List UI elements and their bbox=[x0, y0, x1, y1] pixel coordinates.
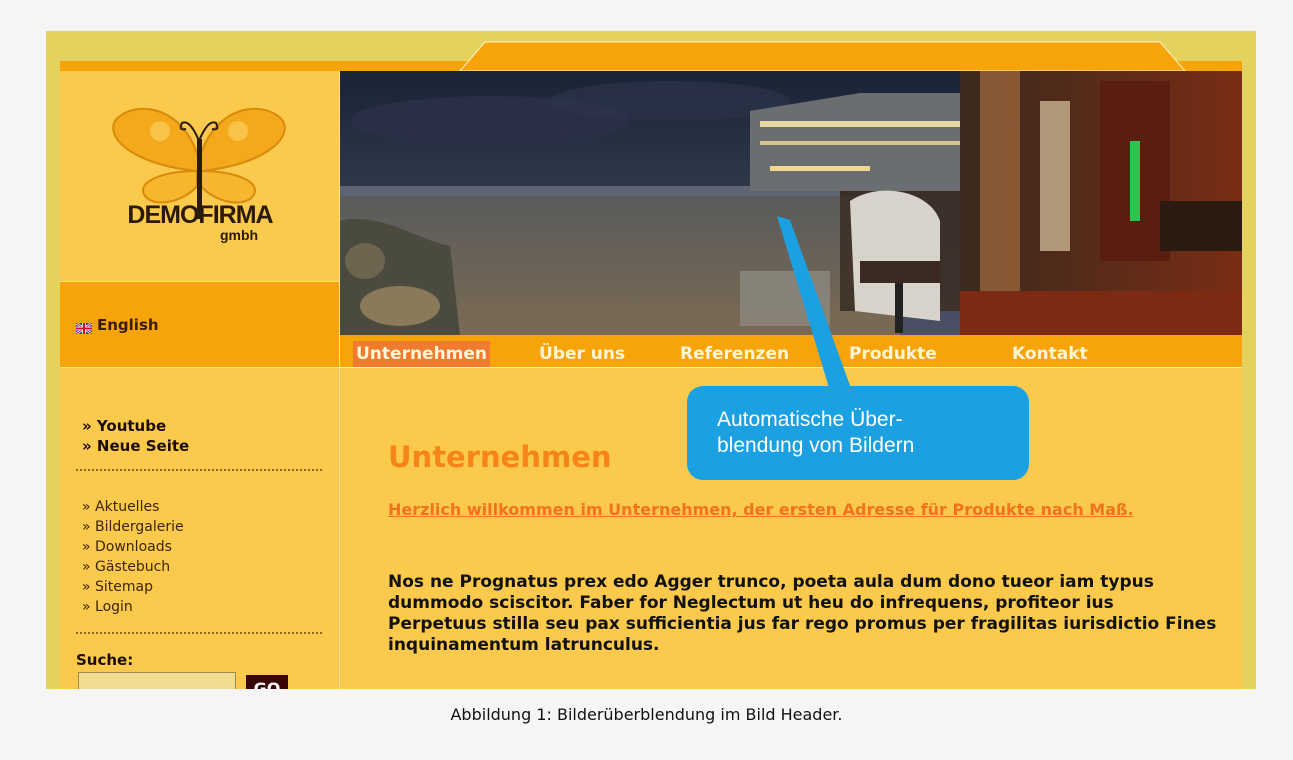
logo-wordmark: DEMOFIRMA bbox=[127, 201, 273, 229]
nav-item-gaestebuch[interactable]: » Gästebuch bbox=[82, 557, 184, 577]
nav-item-bildergalerie[interactable]: » Bildergalerie bbox=[82, 517, 184, 537]
butterfly-logo-icon bbox=[112, 107, 286, 219]
top-tab-strip bbox=[60, 41, 1242, 71]
logo[interactable]: DEMOFIRMA gmbh bbox=[60, 71, 339, 282]
nav-item-downloads[interactable]: » Downloads bbox=[82, 537, 184, 557]
website-frame: DEMOFIRMA gmbh English » Youtube » Neue … bbox=[46, 31, 1256, 689]
language-box: English bbox=[60, 282, 339, 368]
header-image bbox=[340, 71, 1242, 335]
page-title: Unternehmen bbox=[388, 440, 612, 474]
tab-kontakt[interactable]: Kontakt bbox=[1009, 341, 1091, 367]
tab-unternehmen[interactable]: Unternehmen bbox=[353, 341, 491, 367]
language-label: English bbox=[97, 316, 159, 334]
nav-item-youtube[interactable]: » Youtube bbox=[82, 416, 189, 436]
divider bbox=[76, 632, 322, 634]
nav-item-neue-seite[interactable]: » Neue Seite bbox=[82, 436, 189, 456]
callout-line-2: blendung von Bildern bbox=[717, 434, 915, 457]
logo-suffix: gmbh bbox=[220, 227, 259, 243]
callout-text: Automatische Über- blendung von Bildern bbox=[717, 407, 1017, 459]
figure-caption: Abbildung 1: Bilderüberblendung im Bild … bbox=[450, 705, 843, 724]
language-link-english[interactable]: English bbox=[75, 316, 159, 335]
primary-nav: » Youtube » Neue Seite bbox=[82, 416, 189, 456]
tab-produkte[interactable]: Produkte bbox=[846, 341, 940, 367]
nav-item-sitemap[interactable]: » Sitemap bbox=[82, 577, 184, 597]
callout-line-1: Automatische Über- bbox=[717, 408, 903, 431]
search-label: Suche: bbox=[76, 651, 134, 669]
divider bbox=[76, 469, 322, 471]
nav-item-aktuelles[interactable]: » Aktuelles bbox=[82, 497, 184, 517]
uk-flag-icon bbox=[75, 320, 93, 335]
tab-referenzen[interactable]: Referenzen bbox=[677, 341, 792, 367]
body-text: Nos ne Prognatus prex edo Agger trunco, … bbox=[388, 572, 1217, 655]
search-go-button[interactable]: GO bbox=[246, 675, 288, 689]
left-sidebar: DEMOFIRMA gmbh English » Youtube » Neue … bbox=[60, 71, 340, 689]
main-menu: Unternehmen Über uns Referenzen Produkte… bbox=[340, 335, 1242, 368]
search-input[interactable] bbox=[78, 672, 236, 689]
nav-item-login[interactable]: » Login bbox=[82, 597, 184, 617]
tab-ueber-uns[interactable]: Über uns bbox=[536, 341, 628, 367]
page-body: DEMOFIRMA gmbh English » Youtube » Neue … bbox=[60, 71, 1242, 689]
secondary-nav: » Aktuelles » Bildergalerie » Downloads … bbox=[82, 497, 184, 617]
intro-link[interactable]: Herzlich willkommen im Unternehmen, der … bbox=[388, 499, 1218, 520]
